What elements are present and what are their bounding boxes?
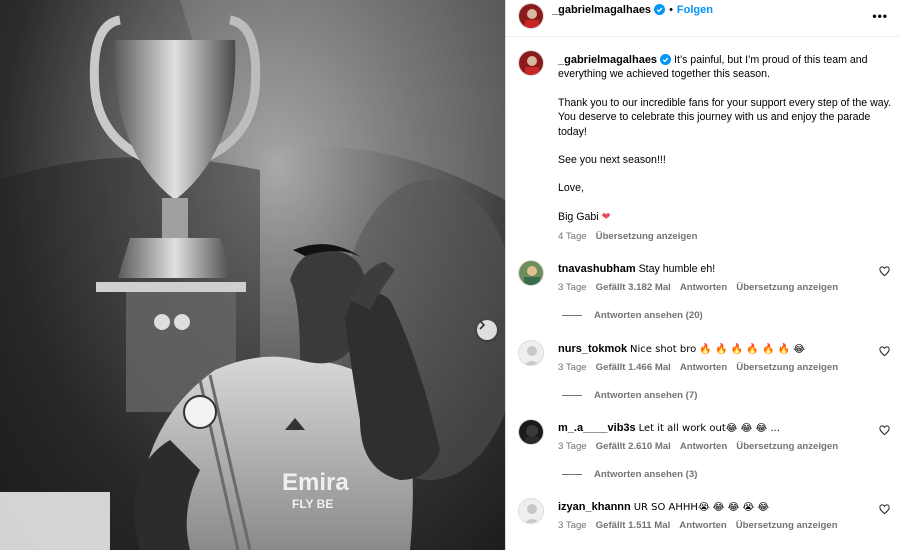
- post-caption: _gabrielmagalhaes It’s painful, but I’m …: [558, 53, 892, 245]
- comment-username[interactable]: izyan_khannn: [558, 501, 631, 513]
- caption-text-5: Big Gabi ❤: [558, 210, 892, 224]
- comment-text: tnavashubham Stay humble eh!: [558, 262, 868, 276]
- chevron-right-icon: [479, 320, 486, 330]
- comment-username[interactable]: m_.a____vib3s: [558, 422, 636, 434]
- reply-button[interactable]: Antworten: [679, 520, 726, 531]
- comment-meta: 3 Tage Gefällt 1.466 Mal Antworten Übersetz…: [558, 362, 847, 373]
- author-username[interactable]: _gabrielmagalhaes: [552, 4, 651, 16]
- commenter-avatar[interactable]: [518, 498, 544, 524]
- comment-meta: 3 Tage Gefällt 1.511 Mal Antworten Übersetz…: [558, 520, 847, 531]
- comment-username[interactable]: tnavashubham: [558, 263, 636, 275]
- caption-meta: 4 Tage Übersetzung anzeigen: [558, 230, 892, 244]
- view-replies-button[interactable]: Antworten ansehen (20): [562, 310, 703, 321]
- see-translation-button[interactable]: Übersetzung anzeigen: [736, 441, 838, 452]
- more-options-icon[interactable]: •••: [872, 9, 888, 23]
- post-photo[interactable]: Emira FLY BE: [0, 0, 505, 550]
- comment-username[interactable]: nurs_tokmok: [558, 343, 627, 355]
- reply-button[interactable]: Antworten: [680, 282, 727, 293]
- caption-paragraph-1: _gabrielmagalhaes It’s painful, but I’m …: [558, 53, 892, 82]
- caption-text-3: See you next season!!!: [558, 154, 666, 167]
- reply-button[interactable]: Antworten: [680, 362, 727, 373]
- comment-meta: 3 Tage Gefällt 2.610 Mal Antworten Übersetz…: [558, 441, 847, 452]
- replies-line: [562, 314, 582, 316]
- caption-signoff: Big Gabi ❤: [558, 210, 611, 223]
- comment-body: Nice shot bro 🔥 🔥 🔥 🔥 🔥 🔥 😂: [630, 344, 805, 355]
- post-time[interactable]: 4 Tage: [558, 231, 587, 242]
- comment-likes[interactable]: Gefällt 1.511 Mal: [596, 520, 671, 531]
- reply-button[interactable]: Antworten: [680, 441, 727, 452]
- comment-text: m_.a____vib3s Let it all work out😂 😂 😂 .…: [558, 421, 868, 436]
- caption-text-4: Love,: [558, 182, 584, 195]
- comment-likes[interactable]: Gefällt 1.466 Mal: [596, 362, 671, 373]
- comment-body: Stay humble eh!: [638, 263, 716, 275]
- replies-line: [562, 394, 582, 396]
- verified-badge-icon: [654, 4, 666, 15]
- separator-dot: •: [669, 4, 673, 16]
- comment-text: nurs_tokmok Nice shot bro 🔥 🔥 🔥 🔥 🔥 🔥 😂: [558, 342, 868, 357]
- caption-author-username[interactable]: _gabrielmagalhaes: [558, 54, 657, 66]
- shirt-sponsor-line2: FLY BE: [292, 497, 333, 511]
- photo-illustration: Emira FLY BE: [0, 0, 505, 550]
- view-replies-button[interactable]: Antworten ansehen (7): [562, 390, 697, 401]
- champions-league-patch: [183, 395, 217, 429]
- heart-outline-icon[interactable]: [879, 346, 890, 357]
- stadium-signage: [0, 492, 110, 550]
- view-replies-label: Antworten ansehen (20): [594, 310, 703, 321]
- comment-time[interactable]: 3 Tage: [558, 362, 587, 373]
- comment-time[interactable]: 3 Tage: [558, 282, 587, 293]
- shirt-sponsor: Emira: [282, 469, 349, 496]
- view-replies-label: Antworten ansehen (3): [594, 469, 698, 480]
- comment-time[interactable]: 3 Tage: [558, 520, 587, 531]
- heart-outline-icon[interactable]: [879, 425, 890, 436]
- post-header: _gabrielmagalhaes • Folgen •••: [506, 0, 900, 36]
- post-details-panel: _gabrielmagalhaes • Folgen ••• _gabrielmag…: [506, 0, 900, 550]
- heart-outline-icon[interactable]: [879, 266, 890, 277]
- verified-badge-icon: [660, 54, 672, 65]
- comment-likes[interactable]: Gefällt 2.610 Mal: [596, 441, 671, 452]
- see-translation-button[interactable]: Übersetzung anzeigen: [736, 282, 838, 293]
- replies-line: [562, 473, 582, 475]
- commenter-avatar[interactable]: [518, 260, 544, 286]
- comment-likes[interactable]: Gefällt 3.182 Mal: [596, 282, 671, 293]
- default-avatar-icon: [519, 499, 543, 523]
- header-divider: [506, 36, 900, 37]
- heart-outline-icon[interactable]: [879, 504, 890, 515]
- comment-text: izyan_khannn UR SO AHHH😭 😂 😂 😭 😂: [558, 500, 868, 515]
- carousel-next-button[interactable]: [477, 320, 497, 340]
- caption-author-avatar[interactable]: [518, 50, 544, 76]
- follow-button[interactable]: Folgen: [677, 4, 713, 16]
- comment-time[interactable]: 3 Tage: [558, 441, 587, 452]
- comment-meta: 3 Tage Gefällt 3.182 Mal Antworten Übersetz…: [558, 282, 847, 293]
- caption-text-2: Thank you to our incredible fans for you…: [558, 96, 892, 138]
- author-avatar[interactable]: [518, 3, 544, 29]
- see-translation-button[interactable]: Übersetzung anzeigen: [736, 362, 838, 373]
- default-avatar-icon: [519, 341, 543, 365]
- view-replies-label: Antworten ansehen (7): [594, 390, 698, 401]
- view-replies-button[interactable]: Antworten ansehen (3): [562, 469, 697, 480]
- commenter-avatar[interactable]: [518, 419, 544, 445]
- see-translation-button[interactable]: Übersetzung anzeigen: [736, 520, 838, 531]
- see-translation-button[interactable]: Übersetzung anzeigen: [596, 231, 698, 242]
- instagram-post-view: Emira FLY BE _gabrielmagalhaes • Folgen ••…: [0, 0, 900, 550]
- commenter-avatar[interactable]: [518, 340, 544, 366]
- header-line: _gabrielmagalhaes • Folgen: [552, 4, 713, 16]
- comment-body: Let it all work out😂 😂 😂 ...: [638, 423, 780, 434]
- comment-body: UR SO AHHH😭 😂 😂 😭 😂: [633, 502, 770, 513]
